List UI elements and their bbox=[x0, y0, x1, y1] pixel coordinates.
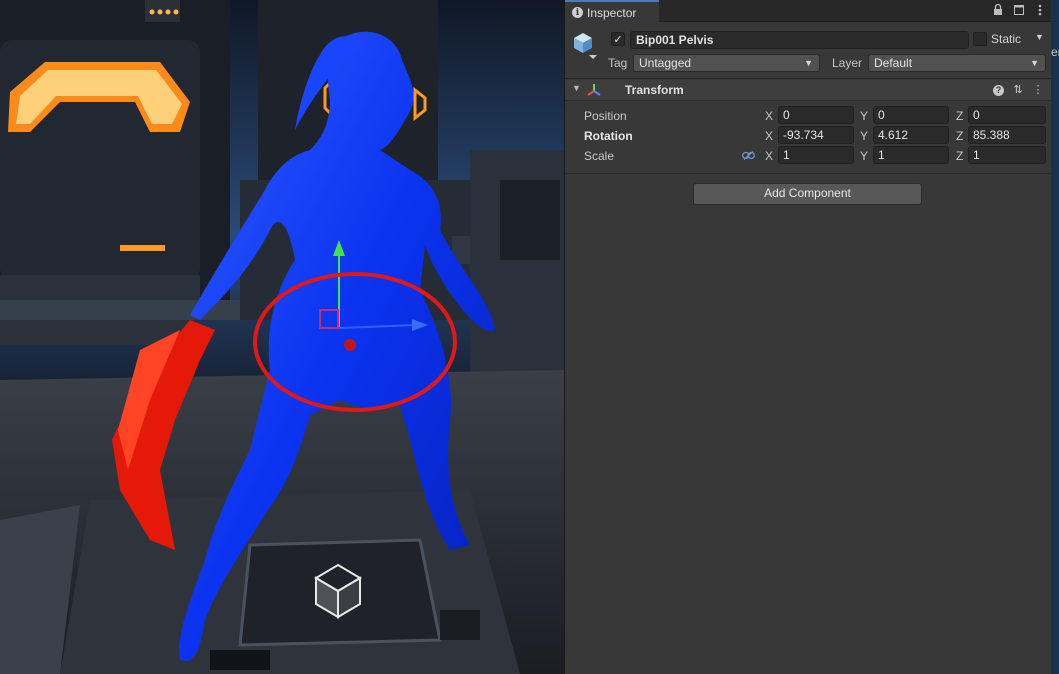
transform-icon bbox=[587, 84, 601, 96]
more-icon[interactable]: ⋮ bbox=[1032, 83, 1044, 96]
rotation-z-field[interactable]: 85.388 bbox=[968, 126, 1046, 144]
info-icon: i bbox=[572, 7, 583, 18]
lock-icon[interactable] bbox=[992, 3, 1004, 17]
scale-z-field[interactable]: 1 bbox=[968, 146, 1046, 164]
scale-z-axis[interactable]: Z bbox=[956, 149, 963, 163]
component-title: Transform bbox=[625, 83, 684, 97]
layer-label: Layer bbox=[832, 56, 863, 70]
scale-y-field[interactable]: 1 bbox=[873, 146, 949, 164]
dropdown-arrow-icon: ▼ bbox=[1030, 58, 1039, 68]
position-y-field[interactable]: 0 bbox=[873, 106, 949, 124]
tag-dropdown[interactable]: Untagged ▼ bbox=[633, 54, 820, 72]
position-y-axis[interactable]: Y bbox=[860, 109, 868, 123]
right-vent bbox=[500, 180, 560, 260]
rotation-z-axis[interactable]: Z bbox=[956, 129, 963, 143]
inspector-panel: i Inspector ✓ Bip001 Pelvis Static ▼ Tag… bbox=[564, 0, 1052, 674]
tab-inspector-label: Inspector bbox=[587, 5, 637, 20]
position-z-field[interactable]: 0 bbox=[968, 106, 1046, 124]
scale-label: Scale bbox=[584, 149, 615, 163]
add-component-button[interactable]: Add Component bbox=[693, 183, 922, 205]
layer-value: Default bbox=[874, 56, 913, 70]
rotation-y-field[interactable]: 4.612 bbox=[873, 126, 949, 144]
static-dropdown-arrow-icon[interactable]: ▼ bbox=[1035, 32, 1044, 42]
tag-label: Tag bbox=[608, 56, 628, 70]
fold-arrow-icon[interactable]: ▼ bbox=[572, 83, 581, 93]
more-icon[interactable] bbox=[1034, 3, 1046, 17]
rotation-y-axis[interactable]: Y bbox=[860, 129, 868, 143]
platform-slot bbox=[210, 650, 270, 670]
maximize-icon[interactable] bbox=[1013, 3, 1025, 17]
help-icon[interactable]: ? bbox=[993, 85, 1004, 96]
position-label: Position bbox=[584, 109, 627, 123]
static-checkbox[interactable] bbox=[973, 32, 987, 46]
inspector-tabbar: i Inspector bbox=[565, 0, 1052, 23]
rotation-x-axis[interactable]: X bbox=[765, 129, 773, 143]
gameobject-header: ✓ Bip001 Pelvis Static ▼ Tag Untagged ▼ … bbox=[565, 23, 1052, 79]
rotation-label: Rotation bbox=[584, 129, 633, 143]
scene-render bbox=[0, 0, 564, 674]
static-label: Static bbox=[991, 32, 1022, 46]
transform-component-header[interactable]: ▼ Transform ? ⇅ ⋮ bbox=[565, 80, 1052, 101]
preset-icon[interactable]: ⇅ bbox=[1012, 83, 1024, 96]
rotation-x-field[interactable]: -93.734 bbox=[778, 126, 854, 144]
layer-dropdown[interactable]: Default ▼ bbox=[868, 54, 1046, 72]
position-x-axis[interactable]: X bbox=[765, 109, 773, 123]
position-x-field[interactable]: 0 bbox=[778, 106, 854, 124]
gameobject-cube-icon[interactable] bbox=[572, 31, 598, 61]
link-icon[interactable] bbox=[742, 151, 755, 163]
adjacent-panel-edge: er bbox=[1051, 0, 1059, 674]
position-z-axis[interactable]: Z bbox=[956, 109, 963, 123]
adjacent-panel-text: er bbox=[1051, 45, 1059, 59]
dropdown-arrow-icon: ▼ bbox=[804, 58, 813, 68]
scene-view[interactable] bbox=[0, 0, 564, 674]
scale-x-field[interactable]: 1 bbox=[778, 146, 854, 164]
object-name-field[interactable]: Bip001 Pelvis bbox=[630, 31, 969, 49]
scale-x-axis[interactable]: X bbox=[765, 149, 773, 163]
tag-value: Untagged bbox=[639, 56, 692, 70]
component-divider bbox=[565, 173, 1052, 174]
tab-inspector[interactable]: i Inspector bbox=[565, 0, 659, 23]
scale-y-axis[interactable]: Y bbox=[860, 149, 868, 163]
active-checkbox[interactable]: ✓ bbox=[611, 32, 625, 46]
platform-bolt bbox=[440, 610, 480, 640]
